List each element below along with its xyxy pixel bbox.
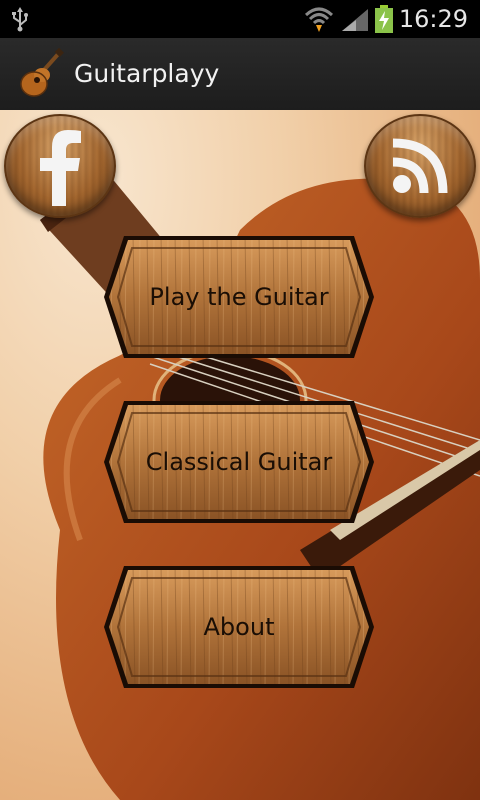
guitar-icon <box>18 47 64 100</box>
about-label: About <box>203 613 275 641</box>
classical-guitar-button[interactable]: Classical Guitar <box>102 399 376 525</box>
rss-icon <box>392 138 448 194</box>
main-content: Play the Guitar Classical Guitar About <box>0 110 480 800</box>
usb-icon <box>8 6 32 32</box>
battery-charging-icon <box>374 5 394 33</box>
about-button[interactable]: About <box>102 564 376 690</box>
classical-guitar-label: Classical Guitar <box>145 448 333 476</box>
facebook-icon <box>40 130 81 206</box>
status-bar: 16:29 <box>0 0 480 38</box>
app-title: Guitarplayy <box>74 59 220 88</box>
facebook-button[interactable] <box>4 114 116 218</box>
action-bar: Guitarplayy <box>0 38 480 111</box>
rss-button[interactable] <box>364 114 476 218</box>
play-the-guitar-label: Play the Guitar <box>149 283 329 311</box>
status-clock: 16:29 <box>398 5 468 33</box>
wifi-icon <box>304 5 334 33</box>
play-the-guitar-button[interactable]: Play the Guitar <box>102 234 376 360</box>
signal-icon <box>340 7 370 33</box>
